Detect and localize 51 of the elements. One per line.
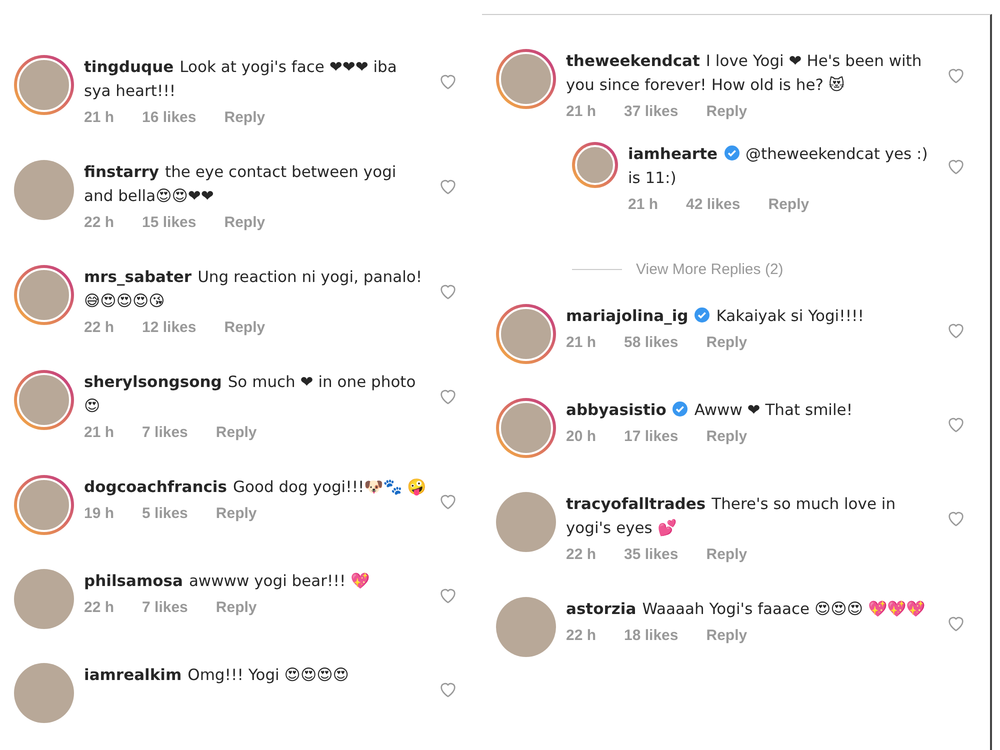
reply-link[interactable]: Reply	[768, 196, 810, 213]
comment-text: iamrealkim Omg!!! Yogi 😍😍😍😍	[84, 665, 350, 686]
reply-link[interactable]: Reply	[216, 505, 257, 522]
likes-count: 12 likes	[142, 319, 196, 336]
reply-link[interactable]: Reply	[706, 428, 748, 445]
comment-text: abbyasistio Awww ❤ That smile!	[566, 400, 854, 421]
comment-time: 22 h	[84, 214, 114, 231]
comment-text: tingduque Look at yogi's face ❤❤❤ iba sya heart!!!	[84, 57, 398, 102]
comment-time: 21 h	[566, 103, 596, 120]
avatar[interactable]	[572, 142, 618, 188]
reply-link[interactable]: Reply	[706, 334, 748, 351]
comment-time: 21 h	[566, 334, 596, 351]
likes-count: 5 likes	[142, 505, 188, 522]
reply-link[interactable]: Reply	[216, 599, 257, 616]
comment-time: 21 h	[628, 196, 658, 213]
reply-link[interactable]: Reply	[706, 546, 748, 563]
comment-time: 21 h	[84, 109, 114, 126]
reply-link[interactable]: Reply	[216, 424, 257, 441]
likes-count: 37 likes	[624, 103, 678, 120]
likes-count: 7 likes	[142, 599, 188, 616]
comment-time: 20 h	[566, 428, 596, 445]
likes-count: 18 likes	[624, 627, 678, 644]
likes-count: 42 likes	[686, 196, 740, 213]
comment-time: 22 h	[84, 319, 114, 336]
comment-text: astorzia Waaaah Yogi's faaace 😍😍😍 💖💖💖	[566, 599, 926, 620]
comment-time: 22 h	[566, 627, 596, 644]
likes-count: 16 likes	[142, 109, 196, 126]
likes-count: 15 likes	[142, 214, 196, 231]
reply-link[interactable]: Reply	[224, 319, 266, 336]
reply-link[interactable]: Reply	[224, 214, 266, 231]
comment-text: tracyofalltrades There's so much love in yogi's eyes 💕	[566, 494, 897, 539]
reply-link[interactable]: Reply	[706, 103, 748, 120]
likes-count: 7 likes	[142, 424, 188, 441]
reply-link[interactable]: Reply	[706, 627, 748, 644]
likes-count: 17 likes	[624, 428, 678, 445]
likes-count: 58 likes	[624, 334, 678, 351]
comment-time: 19 h	[84, 505, 114, 522]
comment-text: philsamosa awwww yogi bear!!! 💖	[84, 571, 371, 592]
comment-text: theweekendcat I love Yogi ❤ He's been with you since forever! How old is he? 😻	[566, 51, 923, 96]
comment-text: mrs_sabater Ung reaction ni yogi, panalo!😅😍😍😍😘	[84, 267, 424, 312]
view-more-replies-link[interactable]: View More Replies (2)	[636, 261, 784, 278]
comment-text: iamhearte @theweekendcat yes :) is 11:)	[628, 144, 929, 189]
comment-time: 22 h	[566, 546, 596, 563]
comment-text: finstarry the eye contact between yogi and bella😍😍❤❤	[84, 162, 398, 207]
comment-text: sherylsongsong So much ❤ in one photo 😍	[84, 372, 417, 417]
comment-text: mariajolina_ig Kakaiyak si Yogi!!!!	[566, 306, 865, 327]
reply-link[interactable]: Reply	[224, 109, 266, 126]
comment-text: dogcoachfrancis Good dog yogi!!!🐶🐾 🤪	[84, 477, 428, 498]
likes-count: 35 likes	[624, 546, 678, 563]
comment-time: 22 h	[84, 599, 114, 616]
comment-time: 21 h	[84, 424, 114, 441]
